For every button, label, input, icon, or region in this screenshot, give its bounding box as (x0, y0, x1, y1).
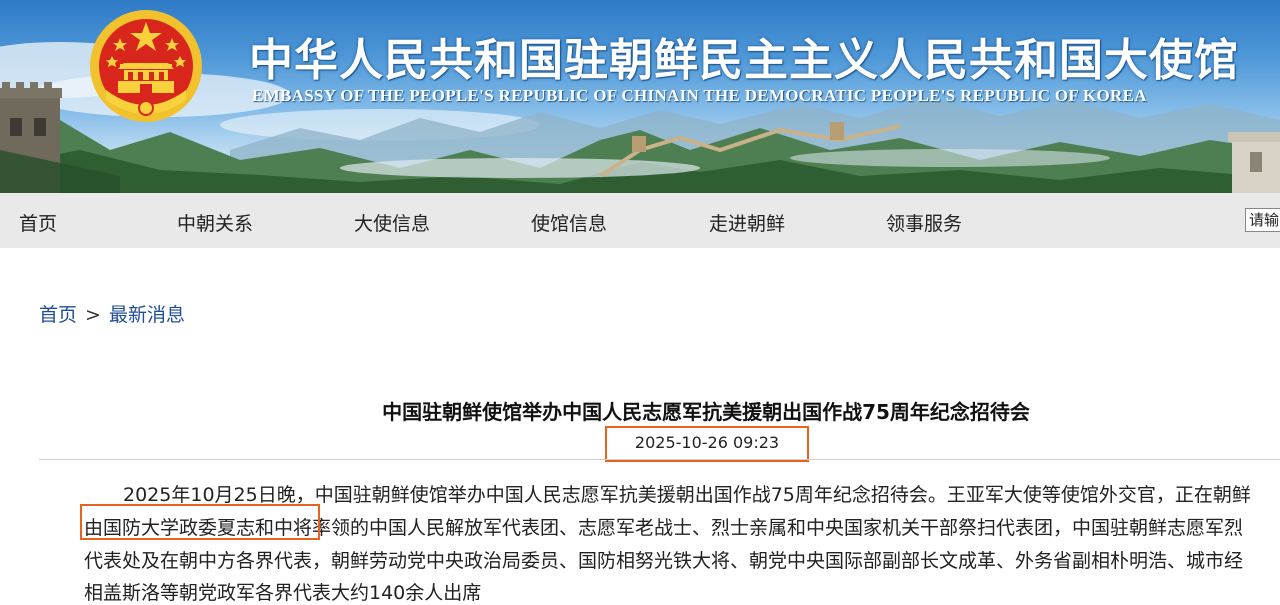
article-paragraph-line: 代表处及在朝中方各界代表，朝鲜劳动党中央政治局委员、国防相努光铁大将、朝党中央国… (84, 550, 1244, 572)
nav-item-ambassador-info[interactable]: 大使信息 (354, 209, 430, 236)
nav-item-embassy-info[interactable]: 使馆信息 (531, 209, 607, 236)
breadcrumb: 首页 > 最新消息 (39, 300, 185, 327)
site-title-english: EMBASSY OF THE PEOPLE'S REPUBLIC OF CHIN… (252, 86, 1147, 105)
breadcrumb-home-link[interactable]: 首页 (39, 304, 77, 326)
nav-item-explore-dprk[interactable]: 走进朝鲜 (709, 209, 785, 236)
nav-item-china-dprk-relations[interactable]: 中朝关系 (177, 209, 253, 236)
search-input[interactable] (1245, 208, 1280, 232)
breadcrumb-separator: > (85, 304, 101, 326)
article-divider (39, 459, 1280, 460)
breadcrumb-latest-news-link[interactable]: 最新消息 (109, 304, 185, 326)
highlight-box (80, 504, 320, 540)
article-date: 2025-10-26 09:23 (605, 426, 809, 462)
nav-item-consular-services[interactable]: 领事服务 (886, 209, 962, 236)
main-nav: 首页 中朝关系 大使信息 使馆信息 走进朝鲜 领事服务 (0, 193, 1280, 248)
article-paragraph-line: 相盖斯洛等朝党政军各界代表大约140余人出席 (84, 582, 482, 604)
national-emblem-icon (90, 10, 202, 122)
site-title-chinese: 中华人民共和国驻朝鲜民主主义人民共和国大使馆 (249, 35, 1239, 86)
article-paragraph-line: 2025年10月25日晚，中国驻朝鲜使馆举办中国人民志愿军抗美援朝出国作战75周… (123, 484, 1251, 506)
article-title: 中国驻朝鲜使馆举办中国人民志愿军抗美援朝出国作战75周年纪念招待会 (382, 400, 1030, 424)
nav-item-home[interactable]: 首页 (19, 209, 57, 236)
site-banner: 中华人民共和国驻朝鲜民主主义人民共和国大使馆 EMBASSY OF THE PE… (0, 0, 1280, 193)
